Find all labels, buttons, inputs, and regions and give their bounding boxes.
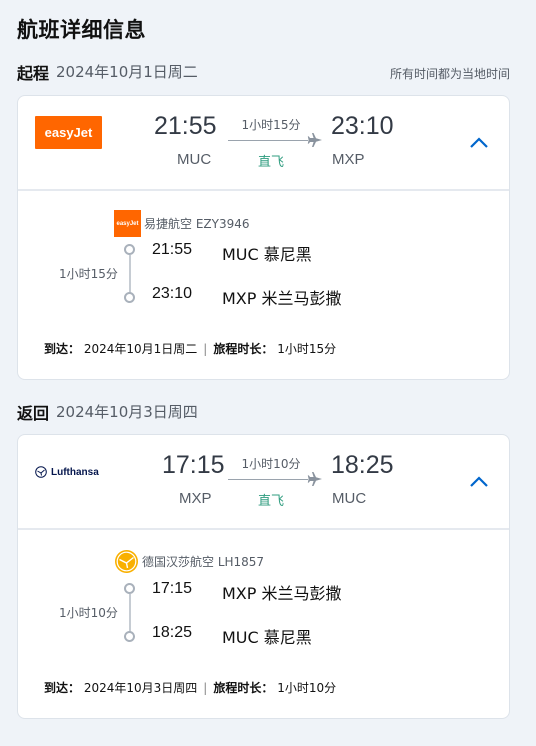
page-title: 航班详细信息	[17, 18, 146, 42]
outbound-tl-dep-time: 21:55	[152, 241, 193, 258]
outbound-card: easyJet 21:55 MUC 1小时15分 直飞 23:10 MXP ea…	[17, 95, 510, 380]
return-duration: 1小时10分	[241, 457, 301, 471]
outbound-total-duration: 1小时15分	[277, 342, 337, 356]
outbound-header: 起程 2024年10月1日周二 所有时间都为当地时间	[17, 60, 510, 84]
crane-icon	[35, 466, 47, 478]
return-tl-arr-time: 18:25	[152, 624, 193, 641]
return-direct: 直飞	[257, 494, 284, 509]
return-kind: 返回	[17, 404, 50, 423]
return-total-duration: 1小时10分	[277, 681, 337, 695]
plane-icon	[307, 133, 322, 147]
outbound-arrive-date: 2024年10月1日周二	[83, 342, 198, 356]
chevron-up-icon[interactable]	[469, 475, 489, 489]
outbound-kind: 起程	[17, 64, 50, 83]
route-line	[228, 479, 308, 480]
easyjet-logo: easyJet	[35, 116, 102, 149]
outbound-summary[interactable]: easyJet 21:55 MUC 1小时15分 直飞 23:10 MXP	[18, 96, 509, 191]
outbound-arr-code: MXP	[332, 151, 365, 168]
outbound-duration: 1小时15分	[241, 118, 301, 132]
timeline-line	[129, 255, 131, 293]
return-timeline-duration: 1小时10分	[59, 606, 118, 620]
outbound-timeline-duration: 1小时15分	[59, 267, 118, 281]
return-date: 2024年10月3日周四	[56, 403, 198, 421]
return-tl-dep-time: 17:15	[152, 580, 193, 597]
footer-separator: |	[203, 342, 208, 356]
outbound-dep-time: 21:55	[154, 112, 217, 140]
lufthansa-logo-text: Lufthansa	[51, 466, 99, 478]
return-dep-time: 17:15	[162, 451, 225, 479]
outbound-direct: 直飞	[257, 155, 284, 170]
timeline-line	[129, 594, 131, 632]
return-arr-code: MUC	[332, 490, 367, 507]
return-card: Lufthansa 17:15 MXP 1小时10分 直飞 18:25 MUC …	[17, 434, 510, 719]
outbound-date: 2024年10月1日周二	[56, 63, 198, 81]
lufthansa-logo: Lufthansa	[35, 464, 105, 480]
return-footer: 到达： 2024年10月3日周四 | 旅程时长： 1小时10分	[44, 679, 336, 696]
return-header: 返回 2024年10月3日周四	[17, 400, 510, 424]
return-airline-flight: 德国汉莎航空 LH1857	[114, 549, 264, 574]
outbound-footer: 到达： 2024年10月1日周二 | 旅程时长： 1小时15分	[44, 340, 336, 357]
return-summary[interactable]: Lufthansa 17:15 MXP 1小时10分 直飞 18:25 MUC	[18, 435, 509, 530]
return-dep-code: MXP	[179, 490, 212, 507]
return-airline-flight-label: 德国汉莎航空 LH1857	[142, 555, 265, 569]
total-label: 旅程时长：	[213, 342, 274, 356]
outbound-tl-dep-place: MUC 慕尼黑	[222, 245, 312, 264]
outbound-airline-flight: easyJet 易捷航空 EZY3946	[114, 210, 250, 237]
outbound-airline-flight-label: 易捷航空 EZY3946	[144, 217, 250, 231]
timeline-dot	[124, 244, 135, 255]
return-arr-time: 18:25	[331, 451, 394, 479]
return-tl-arr-place: MUC 慕尼黑	[222, 628, 312, 647]
arrive-label: 到达：	[44, 342, 81, 356]
total-label: 旅程时长：	[213, 681, 274, 695]
timezone-note: 所有时间都为当地时间	[389, 67, 510, 81]
arrive-label: 到达：	[44, 681, 81, 695]
lufthansa-mini-logo-icon	[115, 550, 138, 573]
chevron-up-icon[interactable]	[469, 136, 489, 150]
return-tl-dep-place: MXP 米兰马彭撒	[222, 584, 342, 603]
outbound-tl-arr-place: MXP 米兰马彭撒	[222, 289, 342, 308]
easyjet-mini-logo: easyJet	[114, 210, 141, 237]
plane-icon	[307, 472, 322, 486]
timeline-dot	[124, 292, 135, 303]
timeline-dot	[124, 631, 135, 642]
outbound-arr-time: 23:10	[331, 112, 394, 140]
timeline-dot	[124, 583, 135, 594]
route-line	[228, 140, 308, 141]
footer-separator: |	[203, 681, 208, 695]
outbound-tl-arr-time: 23:10	[152, 285, 193, 302]
outbound-dep-code: MUC	[177, 151, 212, 168]
return-arrive-date: 2024年10月3日周四	[83, 681, 198, 695]
